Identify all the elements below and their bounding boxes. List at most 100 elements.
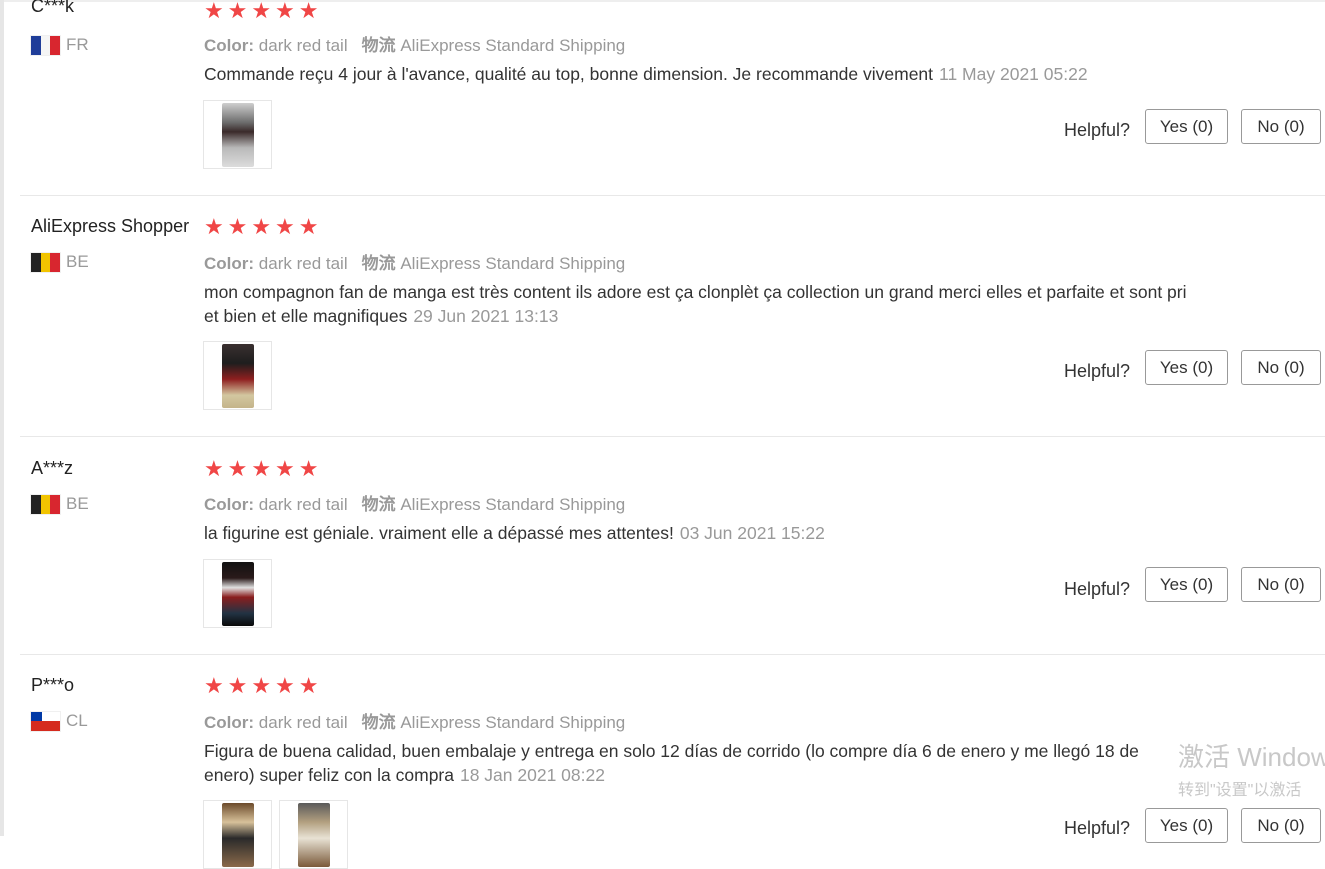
color-value: dark red tail	[258, 713, 348, 732]
reviewer-name: A***z	[31, 458, 74, 478]
star-icon: ★	[251, 214, 272, 239]
helpful-no-button[interactable]: No (0)	[1241, 109, 1321, 144]
watermark-line2: 转到"设置"以激活	[1178, 782, 1302, 799]
star-icon: ★	[298, 456, 319, 481]
star-icon: ★	[275, 456, 295, 481]
shipping-value: AliExpress Standard Shipping	[400, 495, 626, 514]
star-icon: ★	[275, 0, 295, 23]
star-icon: ★	[251, 0, 272, 23]
star-icon: ★	[298, 214, 319, 239]
star-icon: ★	[203, 214, 224, 239]
review-photo	[221, 343, 254, 408]
star-icon: ★	[227, 673, 248, 698]
star-icon: ★	[227, 0, 248, 23]
review-sku-info: Color: dark red tail 物流 AliExpress Standa…	[204, 708, 625, 733]
shipping-value: AliExpress Standard Shipping	[400, 254, 626, 273]
review-text-block: Figura de buena calidad, buen embalaje y…	[204, 739, 1179, 787]
flag-chile-icon	[31, 711, 60, 731]
review-date: 11 May 2021 05:22	[939, 64, 1088, 84]
shipping-label: 物流	[361, 36, 396, 55]
color-value: dark red tail	[258, 495, 348, 514]
color-label: Color:	[204, 713, 255, 732]
star-icon: ★	[203, 0, 224, 23]
review-sku-info: Color: dark red tail 物流 AliExpress Standa…	[204, 31, 625, 56]
review-text-block: la figurine est géniale. vraiment elle a…	[204, 521, 1204, 545]
reviewer-name: P***o	[31, 675, 75, 695]
helpful-no-button[interactable]: No (0)	[1241, 350, 1321, 385]
helpful-no-button[interactable]: No (0)	[1241, 808, 1321, 843]
star-icon: ★	[203, 456, 224, 481]
reviewer-name: C***k	[31, 0, 75, 16]
star-icon: ★	[251, 456, 272, 481]
helpful-label: Helpful?	[1064, 361, 1131, 381]
helpful-label: Helpful?	[1064, 120, 1131, 140]
review-text: Figura de buena calidad, buen embalaje y…	[204, 741, 1139, 785]
country-code: BE	[66, 252, 89, 271]
review-text: Commande reçu 4 jour à l'avance, qualité…	[204, 64, 934, 84]
review-text: mon compagnon fan de manga est très cont…	[204, 282, 1187, 326]
reviewer-name: AliExpress Shopper	[31, 216, 190, 236]
helpful-no-button[interactable]: No (0)	[1241, 567, 1321, 602]
review-text-block: mon compagnon fan de manga est très cont…	[204, 280, 1199, 328]
review-photo	[221, 802, 254, 867]
star-icon: ★	[227, 456, 248, 481]
review-photo-thumbnail[interactable]	[203, 341, 272, 410]
review-photo-thumbnail[interactable]	[203, 559, 272, 628]
shipping-label: 物流	[361, 254, 396, 273]
flag-france-icon	[31, 35, 60, 55]
star-rating: ★ ★ ★ ★ ★	[203, 216, 319, 238]
review-photo	[297, 802, 330, 867]
shipping-label: 物流	[361, 495, 396, 514]
star-icon: ★	[298, 673, 319, 698]
helpful-yes-button[interactable]: Yes (0)	[1145, 808, 1228, 843]
shipping-value: AliExpress Standard Shipping	[400, 36, 626, 55]
review-divider	[20, 436, 1325, 437]
helpful-yes-button[interactable]: Yes (0)	[1145, 567, 1228, 602]
left-border	[0, 0, 4, 836]
star-rating: ★ ★ ★ ★ ★	[203, 0, 319, 22]
review-sku-info: Color: dark red tail 物流 AliExpress Standa…	[204, 490, 625, 515]
star-icon: ★	[251, 673, 272, 698]
watermark-line1: 激活 Window	[1178, 742, 1325, 772]
star-icon: ★	[227, 214, 248, 239]
review-photo-thumbnail[interactable]	[279, 800, 348, 869]
reviewer-country: BE	[31, 494, 89, 514]
helpful-yes-button[interactable]: Yes (0)	[1145, 109, 1228, 144]
color-label: Color:	[204, 495, 255, 514]
review-text: la figurine est géniale. vraiment elle a…	[204, 523, 674, 543]
country-code: BE	[66, 494, 89, 513]
helpful-yes-button[interactable]: Yes (0)	[1145, 350, 1228, 385]
flag-belgium-icon	[31, 494, 60, 514]
review-date: 03 Jun 2021 15:22	[679, 523, 825, 543]
color-value: dark red tail	[258, 254, 348, 273]
star-icon: ★	[275, 673, 295, 698]
reviewer-country: BE	[31, 252, 89, 272]
review-sku-info: Color: dark red tail 物流 AliExpress Standa…	[204, 249, 625, 274]
country-code: FR	[66, 35, 89, 54]
color-value: dark red tail	[258, 36, 348, 55]
review-date: 29 Jun 2021 13:13	[413, 306, 559, 326]
color-label: Color:	[204, 36, 255, 55]
shipping-value: AliExpress Standard Shipping	[400, 713, 626, 732]
star-icon: ★	[203, 673, 224, 698]
country-code: CL	[66, 711, 88, 730]
star-rating: ★ ★ ★ ★ ★	[203, 458, 319, 480]
reviewer-country: CL	[31, 711, 88, 731]
shipping-label: 物流	[361, 713, 396, 732]
review-photo-thumbnail[interactable]	[203, 800, 272, 869]
review-date: 18 Jan 2021 08:22	[459, 765, 605, 785]
star-icon: ★	[275, 214, 295, 239]
reviewer-country: FR	[31, 35, 89, 55]
review-photo	[221, 561, 254, 626]
windows-activation-watermark: 激活 Window 转到"设置"以激活	[1178, 737, 1325, 800]
review-divider	[20, 654, 1325, 655]
color-label: Color:	[204, 254, 255, 273]
review-photo-thumbnail[interactable]	[203, 100, 272, 169]
helpful-label: Helpful?	[1064, 579, 1131, 599]
star-rating: ★ ★ ★ ★ ★	[203, 675, 319, 697]
review-text-block: Commande reçu 4 jour à l'avance, qualité…	[204, 62, 1204, 86]
review-photo	[221, 102, 254, 167]
flag-belgium-icon	[31, 252, 60, 272]
star-icon: ★	[298, 0, 319, 23]
review-divider	[20, 195, 1325, 196]
